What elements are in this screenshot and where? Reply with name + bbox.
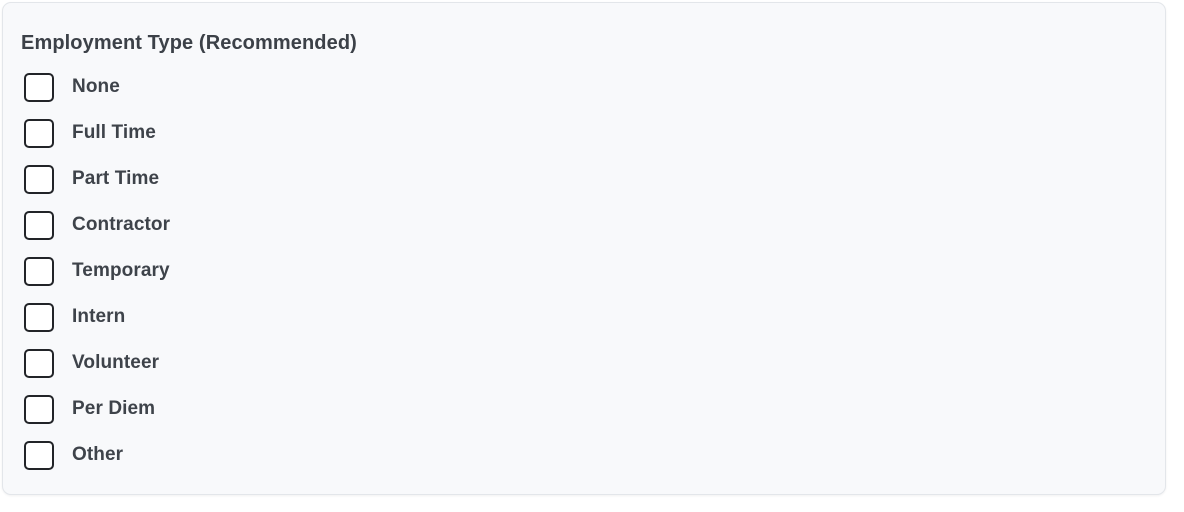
checkbox-none[interactable]: [24, 72, 54, 102]
employment-type-panel: Employment Type (Recommended) None Full …: [2, 2, 1166, 495]
checkbox-part-time[interactable]: [24, 164, 54, 194]
option-row-per-diem[interactable]: Per Diem: [21, 386, 1121, 432]
option-label-per-diem: Per Diem: [72, 398, 156, 419]
option-row-part-time[interactable]: Part Time: [21, 156, 1121, 202]
option-label-full-time: Full Time: [72, 122, 156, 143]
checkbox-volunteer[interactable]: [24, 348, 54, 378]
option-label-temporary: Temporary: [72, 260, 170, 281]
option-row-full-time[interactable]: Full Time: [21, 110, 1121, 156]
option-row-volunteer[interactable]: Volunteer: [21, 340, 1121, 386]
option-label-intern: Intern: [72, 306, 126, 327]
option-label-contractor: Contractor: [72, 214, 171, 235]
employment-type-option-list: None Full Time Part Time Contractor Temp…: [21, 64, 1121, 478]
checkbox-temporary[interactable]: [24, 256, 54, 286]
option-label-part-time: Part Time: [72, 168, 160, 189]
checkbox-contractor[interactable]: [24, 210, 54, 240]
checkbox-full-time[interactable]: [24, 118, 54, 148]
option-row-other[interactable]: Other: [21, 432, 1121, 478]
option-label-volunteer: Volunteer: [72, 352, 160, 373]
option-label-none: None: [72, 76, 120, 97]
option-label-other: Other: [72, 444, 124, 465]
option-row-none[interactable]: None: [21, 64, 1121, 110]
group-title: Employment Type (Recommended): [21, 32, 357, 54]
option-row-contractor[interactable]: Contractor: [21, 202, 1121, 248]
option-row-temporary[interactable]: Temporary: [21, 248, 1121, 294]
checkbox-other[interactable]: [24, 440, 54, 470]
option-row-intern[interactable]: Intern: [21, 294, 1121, 340]
checkbox-per-diem[interactable]: [24, 394, 54, 424]
checkbox-intern[interactable]: [24, 302, 54, 332]
